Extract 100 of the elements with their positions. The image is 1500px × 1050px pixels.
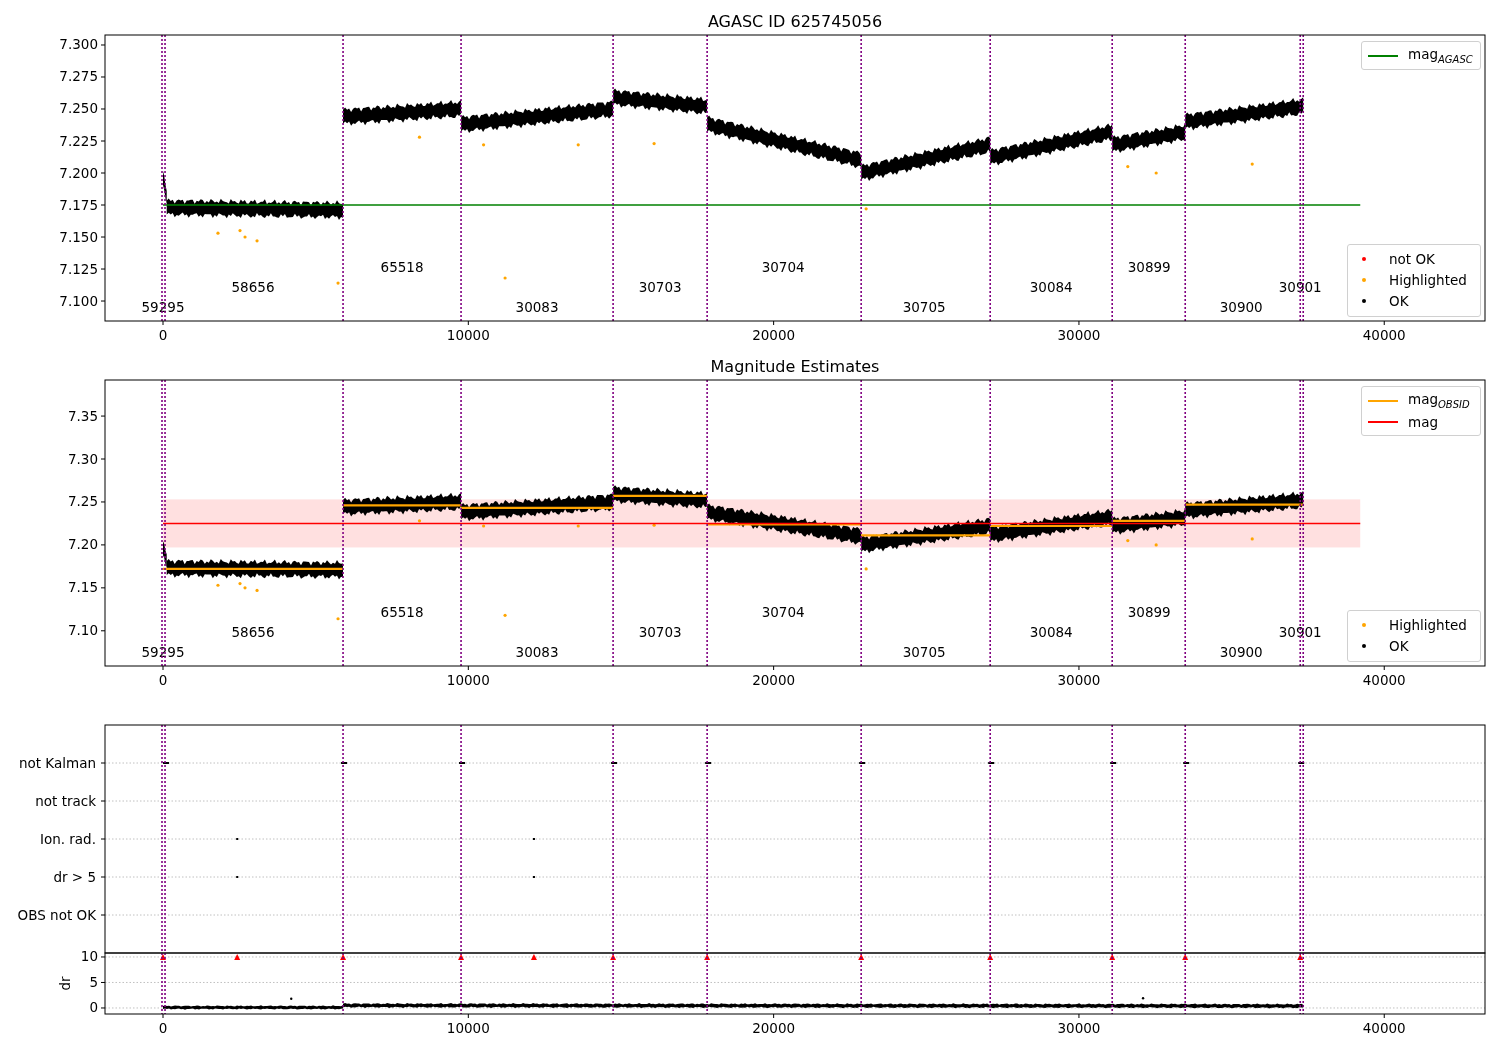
x-tick-label: 30000 — [1057, 327, 1101, 343]
data-point — [336, 281, 340, 285]
y-tick-label: 7.125 — [59, 260, 98, 277]
obsid-label: 58656 — [231, 624, 275, 640]
legend-label: mag — [1408, 413, 1438, 430]
obsid-label: 59295 — [141, 644, 185, 660]
chart-title: Magnitude Estimates — [710, 357, 880, 376]
x-tick-label: 0 — [158, 1020, 168, 1036]
y-tick-label: 7.275 — [59, 68, 98, 85]
flag-marker — [236, 876, 239, 878]
data-point — [576, 143, 580, 147]
obsid-label: 59295 — [141, 299, 185, 315]
flag-marker — [1183, 762, 1190, 764]
x-tick-label: 0 — [158, 672, 168, 688]
y-tick-label: 7.200 — [59, 164, 98, 181]
y-tick-label: 10 — [80, 948, 98, 965]
triangle-marker — [704, 954, 711, 960]
flag-marker — [1298, 762, 1305, 764]
flag-marker — [163, 762, 169, 764]
flag-marker — [459, 762, 466, 764]
data-point — [336, 617, 340, 621]
flag-marker — [705, 762, 712, 764]
legend-label: OK — [1389, 292, 1409, 309]
data-point — [503, 613, 507, 617]
x-tick-label: 40000 — [1362, 1020, 1406, 1036]
data-point — [216, 583, 220, 587]
x-tick-label: 10000 — [446, 327, 490, 343]
flag-marker — [988, 762, 995, 764]
obsid-label: 30900 — [1219, 644, 1263, 660]
data-point — [482, 524, 486, 528]
data-point — [503, 276, 507, 280]
x-tick-label: 30000 — [1057, 672, 1101, 688]
flag-marker — [236, 838, 239, 840]
obsid-label: 30703 — [638, 624, 682, 640]
data-point — [652, 523, 656, 527]
data-point — [864, 207, 868, 211]
y-tick-label: 7.225 — [59, 132, 98, 149]
obsid-label: 65518 — [380, 259, 424, 275]
x-tick-label: 10000 — [446, 1020, 490, 1036]
y-tick-label: 0 — [89, 999, 98, 1016]
data-point — [255, 588, 259, 592]
x-tick-label: 40000 — [1362, 327, 1406, 343]
obsid-label: 30899 — [1127, 604, 1171, 620]
obsid-label: 65518 — [380, 604, 424, 620]
obsid-label: 30084 — [1029, 624, 1073, 640]
y-tick-label: 7.35 — [67, 407, 98, 424]
obsid-label: 30704 — [761, 259, 805, 275]
legend-label: OK — [1389, 637, 1409, 654]
data-point — [1126, 165, 1130, 169]
obsid-label: 30703 — [638, 279, 682, 295]
data-point — [417, 519, 422, 523]
flag-label: not track — [35, 792, 96, 809]
triangle-marker — [458, 954, 465, 960]
y-tick-label: 7.300 — [59, 36, 98, 53]
y-tick-label: 7.175 — [59, 196, 98, 213]
legend-label: mag$_{AGASC}$ — [1408, 46, 1473, 65]
obsid-label: 30899 — [1127, 259, 1171, 275]
triangle-marker — [160, 954, 166, 960]
data-point — [255, 239, 259, 243]
obsid-label: 30083 — [515, 299, 559, 315]
data-point — [482, 143, 486, 147]
y-tick-label: 7.150 — [59, 228, 98, 245]
legend-label: mag$_{OBSID}$ — [1408, 391, 1470, 410]
y-tick-label: 7.25 — [67, 493, 98, 510]
flag-marker — [611, 762, 618, 764]
obsid-label: 30704 — [761, 604, 805, 620]
data-point — [652, 141, 656, 146]
chart-title: AGASC ID 625745056 — [707, 12, 883, 31]
data-point — [216, 231, 220, 235]
x-tick-label: 10000 — [446, 672, 490, 688]
flag-label: OBS not OK — [17, 906, 96, 923]
triangle-marker — [1297, 954, 1304, 960]
legend-label: Highlighted — [1389, 616, 1467, 633]
triangle-marker — [340, 954, 347, 960]
data-point — [1141, 997, 1145, 1000]
triangle-marker — [610, 954, 617, 960]
y-tick-label: 7.250 — [59, 100, 98, 117]
y-tick-label: 7.100 — [59, 292, 98, 309]
data-point — [238, 229, 242, 233]
data-point — [576, 524, 580, 528]
flag-label: not Kalman — [18, 754, 96, 771]
obsid-label: 30084 — [1029, 279, 1073, 295]
x-tick-label: 30000 — [1057, 1020, 1101, 1036]
triangle-marker — [1109, 954, 1116, 960]
data-point — [864, 567, 868, 571]
y-tick-label: 7.30 — [67, 450, 98, 467]
flag-marker — [341, 762, 348, 764]
triangle-marker — [530, 954, 537, 960]
flag-label: Ion. rad. — [39, 830, 96, 847]
obsid-label: 30900 — [1219, 299, 1263, 315]
data-point — [290, 997, 293, 1000]
data-point — [1126, 539, 1130, 543]
obsid-label: 58656 — [231, 279, 275, 295]
legend-label: Highlighted — [1389, 271, 1467, 288]
data-point — [1250, 537, 1254, 541]
triangle-marker — [234, 954, 241, 960]
obsid-label: 30901 — [1278, 624, 1322, 640]
data-point — [417, 135, 422, 139]
data-point — [1250, 162, 1254, 166]
x-tick-label: 20000 — [752, 327, 796, 343]
